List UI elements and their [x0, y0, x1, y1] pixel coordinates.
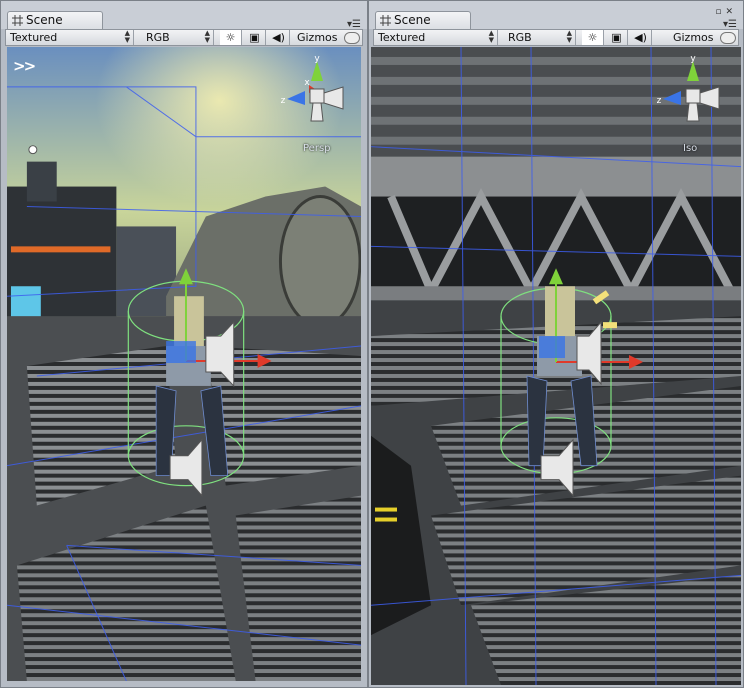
scene-toolbar: Textured ▲ ▼ RGB ▲ ▼ ☼ ▣ ◀) Gizmos	[373, 29, 739, 46]
tab-scene[interactable]: Scene	[7, 11, 103, 29]
render-mode-dropdown[interactable]: Textured ▲ ▼	[374, 30, 498, 45]
dropdown-arrows-icon: ▲ ▼	[124, 29, 130, 44]
render-mode-dropdown[interactable]: Textured ▲ ▼	[6, 30, 134, 45]
image-icon: ▣	[249, 31, 260, 44]
scene-viewport[interactable]: >> y x z Persp	[7, 47, 361, 681]
scene-panel-right: Scene ▫✕ ▾☰ Textured ▲ ▼ RGB ▲ ▼ ☼ ▣ ◀) Gi…	[368, 0, 744, 688]
gizmos-label: Gizmos	[672, 31, 714, 44]
gizmo-axis-y-label: y	[690, 54, 696, 64]
scene-toolbar: Textured ▲ ▼ RGB ▲ ▼ ☼ ▣ ◀) Gizmos	[5, 29, 363, 46]
dropdown-arrows-icon: ▲ ▼	[204, 29, 210, 44]
gizmos-toggle[interactable]	[720, 32, 736, 44]
lighting-toggle-button[interactable]: ☼	[582, 30, 604, 45]
gizmos-toggle[interactable]	[344, 32, 360, 44]
audio-toggle-button[interactable]: ◀)	[268, 30, 290, 45]
gizmos-dropdown[interactable]: Gizmos	[297, 30, 360, 45]
orientation-gizmo[interactable]: y z	[653, 53, 733, 133]
scene-grid-icon	[12, 15, 23, 26]
image-toggle-button[interactable]: ▣	[606, 30, 628, 45]
color-mode-dropdown[interactable]: RGB ▲ ▼	[504, 30, 576, 45]
color-mode-dropdown[interactable]: RGB ▲ ▼	[142, 30, 214, 45]
gizmo-axis-z-label: z	[657, 96, 662, 106]
tab-bar: Scene ▫✕ ▾☰	[369, 1, 743, 30]
gizmo-axis-z-label: z	[281, 96, 286, 106]
tab-scene-label: Scene	[26, 13, 63, 27]
scene-viewport[interactable]: y z Iso	[371, 47, 741, 685]
color-mode-value: RGB	[146, 31, 170, 44]
audio-toggle-button[interactable]: ◀)	[630, 30, 652, 45]
tab-bar: Scene ▾☰	[1, 1, 367, 30]
lighting-toggle-button[interactable]: ☼	[220, 30, 242, 45]
window-buttons-icon[interactable]: ▫✕	[715, 7, 737, 17]
audio-icon: ◀)	[272, 31, 285, 44]
projection-label[interactable]: Iso	[683, 143, 697, 154]
dropdown-arrows-icon: ▲ ▼	[566, 29, 572, 44]
scene-grid-icon	[380, 15, 391, 26]
render-mode-value: Textured	[378, 31, 426, 44]
projection-label[interactable]: Persp	[303, 143, 331, 154]
image-icon: ▣	[611, 31, 622, 44]
render-mode-value: Textured	[10, 31, 58, 44]
orientation-gizmo[interactable]: y x z	[277, 53, 357, 133]
gizmo-axis-y-label: y	[314, 54, 320, 64]
fast-forward-icon: >>	[13, 57, 36, 75]
tab-scene[interactable]: Scene	[375, 11, 471, 29]
dropdown-arrows-icon: ▲ ▼	[488, 29, 494, 44]
gizmo-axis-x-label: x	[304, 78, 310, 88]
gizmos-dropdown[interactable]: Gizmos	[673, 30, 736, 45]
gizmos-label: Gizmos	[296, 31, 338, 44]
image-toggle-button[interactable]: ▣	[244, 30, 266, 45]
tab-scene-label: Scene	[394, 13, 431, 27]
scene-panel-left: Scene ▾☰ Textured ▲ ▼ RGB ▲ ▼ ☼ ▣ ◀) Gizmo…	[0, 0, 368, 688]
audio-icon: ◀)	[634, 31, 647, 44]
lighting-icon: ☼	[225, 31, 236, 44]
color-mode-value: RGB	[508, 31, 532, 44]
lighting-icon: ☼	[587, 31, 598, 44]
